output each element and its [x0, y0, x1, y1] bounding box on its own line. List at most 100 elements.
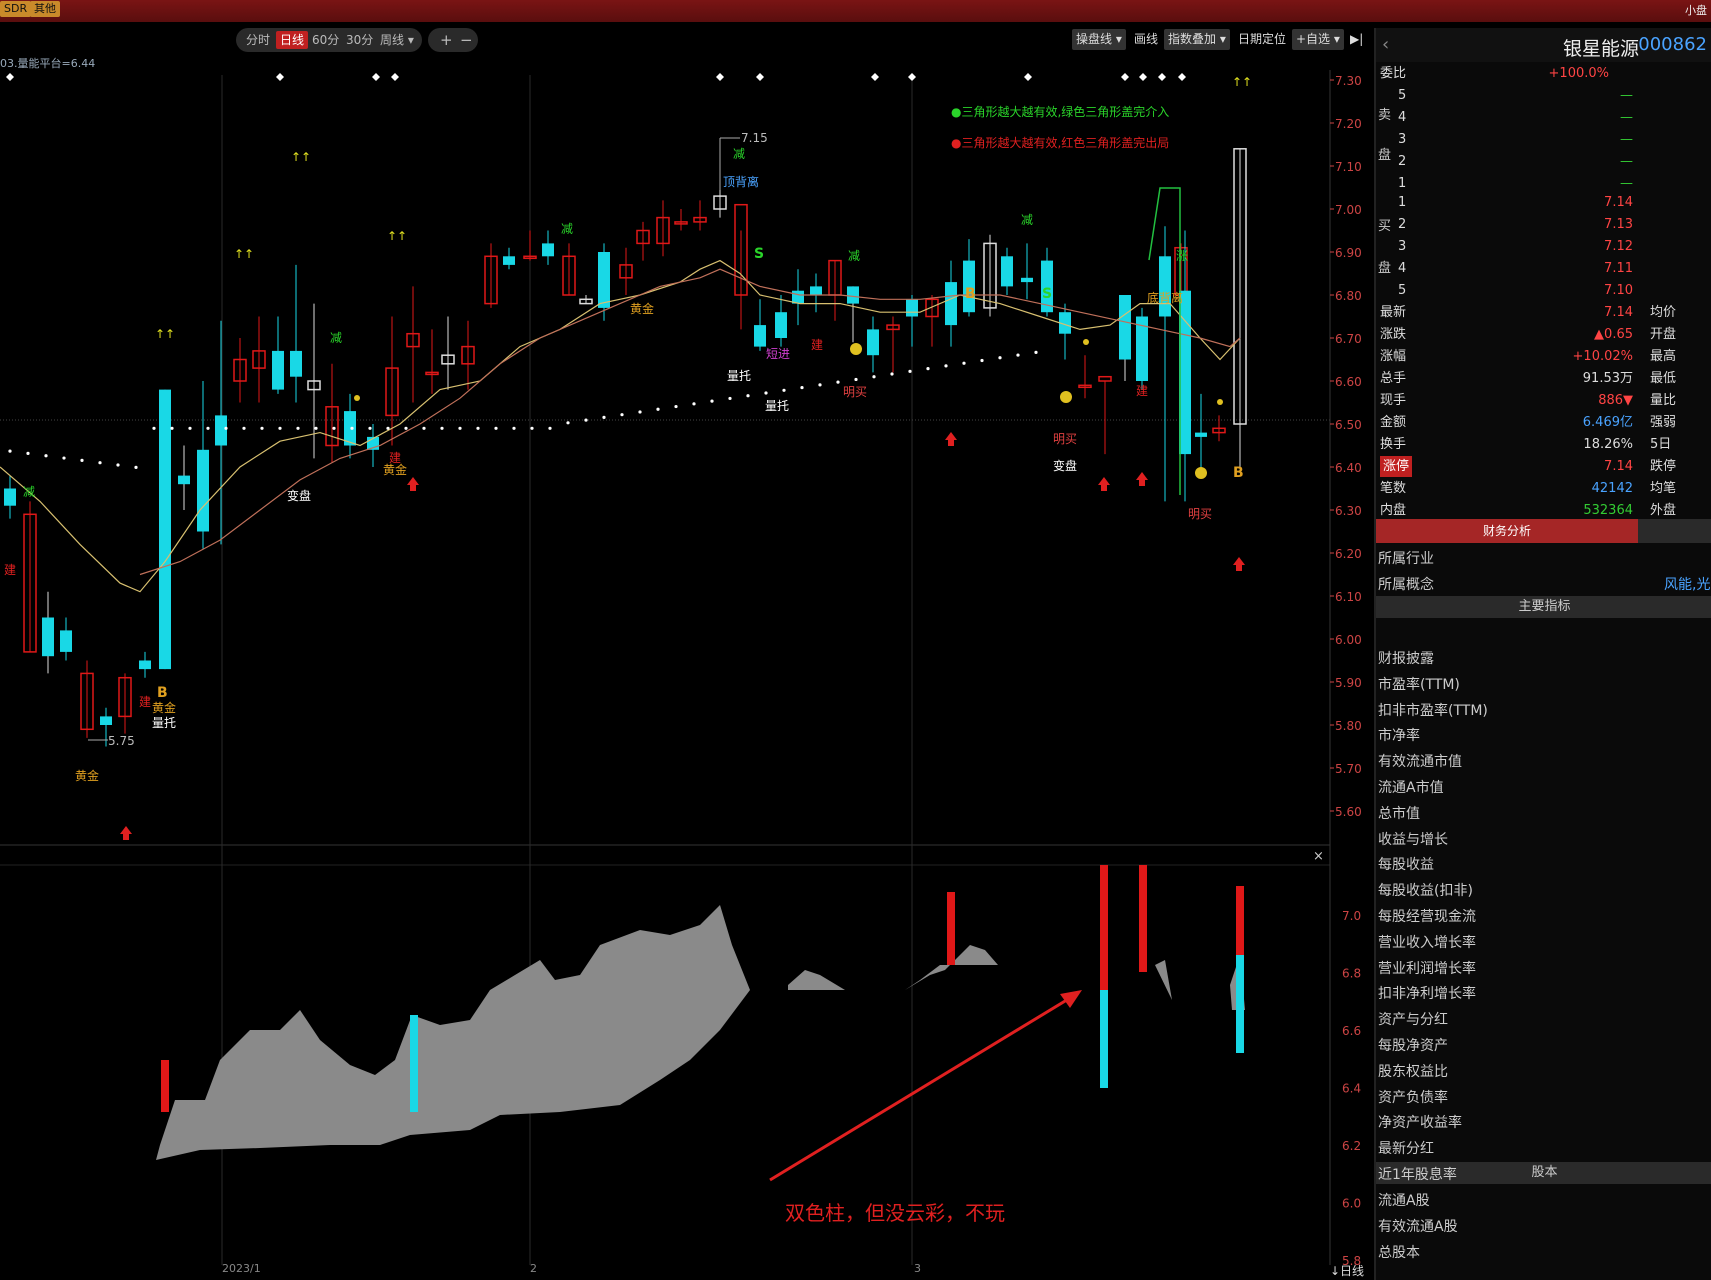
- zoom-out-button[interactable]: −: [456, 31, 477, 49]
- fin-item-3[interactable]: 市净率: [1378, 725, 1420, 745]
- stat-4-value: 886▼: [1598, 393, 1633, 408]
- back-chevron-icon[interactable]: ‹: [1382, 34, 1389, 55]
- fin-item-4[interactable]: 有效流通市值: [1378, 751, 1462, 771]
- period-label[interactable]: ↓日线: [1330, 1262, 1364, 1279]
- diamond-marker: [372, 73, 380, 81]
- candle-body-down[interactable]: [598, 252, 610, 308]
- support-dot: [314, 426, 318, 430]
- buy-level-5-value: 7.10: [1604, 283, 1633, 298]
- buy-level-4-value: 7.11: [1604, 261, 1633, 276]
- fin-item-13[interactable]: 扣非净利增长率: [1378, 983, 1476, 1003]
- fin-item-12[interactable]: 营业利润增长率: [1378, 958, 1476, 978]
- fin-item-20[interactable]: 近1年股息率: [1378, 1164, 1457, 1184]
- dual-color-bar: [1236, 886, 1244, 955]
- signal-top-divergence: 顶背离: [723, 174, 759, 189]
- stat-3-right-label: 最低: [1650, 371, 1677, 386]
- candle-body-down[interactable]: [945, 282, 957, 326]
- stat-6-value: 18.26%: [1583, 437, 1633, 452]
- candle-body-down[interactable]: [775, 312, 787, 338]
- candle-body-down[interactable]: [197, 449, 209, 532]
- support-dot: [98, 461, 102, 465]
- fin-item-7[interactable]: 收益与增长: [1378, 829, 1448, 849]
- fin-item-5[interactable]: 流通A市值: [1378, 777, 1444, 797]
- candle-body-down[interactable]: [100, 716, 112, 725]
- ma-short-line: [0, 259, 1241, 593]
- support-dot: [404, 426, 408, 430]
- collapse-panel-icon[interactable]: ▶|: [1346, 29, 1367, 50]
- date-locate-button[interactable]: 日期定位: [1234, 29, 1290, 50]
- fin-item-1[interactable]: 市盈率(TTM): [1378, 674, 1460, 694]
- fin-item-17[interactable]: 资产负债率: [1378, 1087, 1448, 1107]
- tag-other[interactable]: 其他: [30, 1, 60, 17]
- index-overlay-button[interactable]: 指数叠加 ▾: [1164, 29, 1230, 50]
- candle-body-down[interactable]: [159, 389, 171, 670]
- period-weekly[interactable]: 周线 ▾: [376, 31, 418, 49]
- fin-item-19[interactable]: 最新分红: [1378, 1138, 1434, 1158]
- support-dot: [602, 415, 606, 419]
- stat-6: 换手 18.26% 5日: [1376, 434, 1711, 455]
- stat-7: 涨停 7.14 跌停: [1376, 456, 1711, 477]
- candle-body-down[interactable]: [178, 475, 190, 485]
- fin-item-6[interactable]: 总市值: [1378, 803, 1420, 823]
- candle-body-down[interactable]: [42, 617, 54, 657]
- support-dot: [638, 410, 642, 414]
- section-main-indicators[interactable]: 主要指标: [1376, 596, 1711, 618]
- trading-line-button[interactable]: 操盘线 ▾: [1072, 29, 1126, 50]
- support-dot: [980, 358, 984, 363]
- finance-tab[interactable]: 财务分析: [1376, 519, 1638, 543]
- share-item-2[interactable]: 总股本: [1378, 1242, 1420, 1262]
- period-60min[interactable]: 60分: [308, 31, 343, 49]
- candle-body-down[interactable]: [1001, 256, 1013, 287]
- tag-sdr[interactable]: SDR: [0, 1, 32, 17]
- candle-body-down[interactable]: [1159, 256, 1171, 317]
- fin-item-11[interactable]: 营业收入增长率: [1378, 932, 1476, 952]
- kline-chart[interactable]: ●三角形越大越有效,绿色三角形盖完介入 ●三角形越大越有效,红色三角形盖完出局 …: [0, 55, 1370, 1280]
- diamond-marker: [1139, 73, 1147, 81]
- weibi-label: 委比: [1380, 66, 1407, 81]
- candle-body-down[interactable]: [1021, 277, 1033, 283]
- candle-body-down[interactable]: [847, 286, 859, 304]
- support-dot: [764, 391, 768, 395]
- finance-tab-2[interactable]: [1638, 519, 1711, 543]
- diamond-marker: [1178, 73, 1186, 81]
- fin-item-2[interactable]: 扣非市盈率(TTM): [1378, 700, 1488, 720]
- add-watchlist-button[interactable]: +自选 ▾: [1292, 29, 1344, 50]
- period-minute[interactable]: 分时: [242, 31, 274, 49]
- period-daily[interactable]: 日线: [276, 31, 309, 49]
- candle-body-down[interactable]: [754, 325, 766, 347]
- close-pane-icon[interactable]: ×: [1313, 849, 1324, 864]
- buy-level-2-value: 7.13: [1604, 217, 1633, 232]
- candle-body-down[interactable]: [542, 243, 554, 257]
- period-30min[interactable]: 30分: [342, 31, 377, 49]
- fin-item-0[interactable]: 财报披露: [1378, 648, 1434, 668]
- candle-body-down[interactable]: [1119, 295, 1131, 360]
- candle-body-down[interactable]: [906, 299, 918, 317]
- candle-body-down[interactable]: [503, 256, 515, 265]
- candle-body-down[interactable]: [867, 329, 879, 356]
- signal-change-1: 变盘: [287, 488, 311, 503]
- fin-item-8[interactable]: 每股收益: [1378, 854, 1434, 874]
- fin-item-14[interactable]: 资产与分红: [1378, 1009, 1448, 1029]
- share-item-0[interactable]: 流通A股: [1378, 1190, 1430, 1210]
- candle-body-down[interactable]: [60, 630, 72, 652]
- red-up-arrow-icon: [945, 432, 957, 446]
- fin-item-10[interactable]: 每股经营现金流: [1378, 906, 1476, 926]
- candle-body-up[interactable]: [1098, 375, 1112, 382]
- candle-body-down[interactable]: [290, 350, 302, 377]
- candle-body-down[interactable]: [4, 488, 16, 506]
- candle-body-down[interactable]: [1195, 432, 1207, 437]
- price-tick: 5.80: [1335, 719, 1362, 733]
- candle-body-down[interactable]: [810, 286, 822, 295]
- buy-level-5-label: 5: [1398, 283, 1407, 298]
- fin-item-15[interactable]: 每股净资产: [1378, 1035, 1448, 1055]
- fin-item-18[interactable]: 净资产收益率: [1378, 1112, 1462, 1132]
- candle-body-down[interactable]: [272, 350, 284, 390]
- fin-item-9[interactable]: 每股收益(扣非): [1378, 880, 1473, 900]
- zoom-in-button[interactable]: +: [436, 31, 457, 49]
- candle-body-down[interactable]: [215, 415, 227, 446]
- fin-item-16[interactable]: 股东权益比: [1378, 1061, 1448, 1081]
- share-item-1[interactable]: 有效流通A股: [1378, 1216, 1458, 1236]
- stat-1: 涨跌 ▲0.65 开盘: [1376, 324, 1711, 345]
- candle-body-down[interactable]: [139, 660, 151, 670]
- draw-line-button[interactable]: 画线: [1130, 29, 1162, 50]
